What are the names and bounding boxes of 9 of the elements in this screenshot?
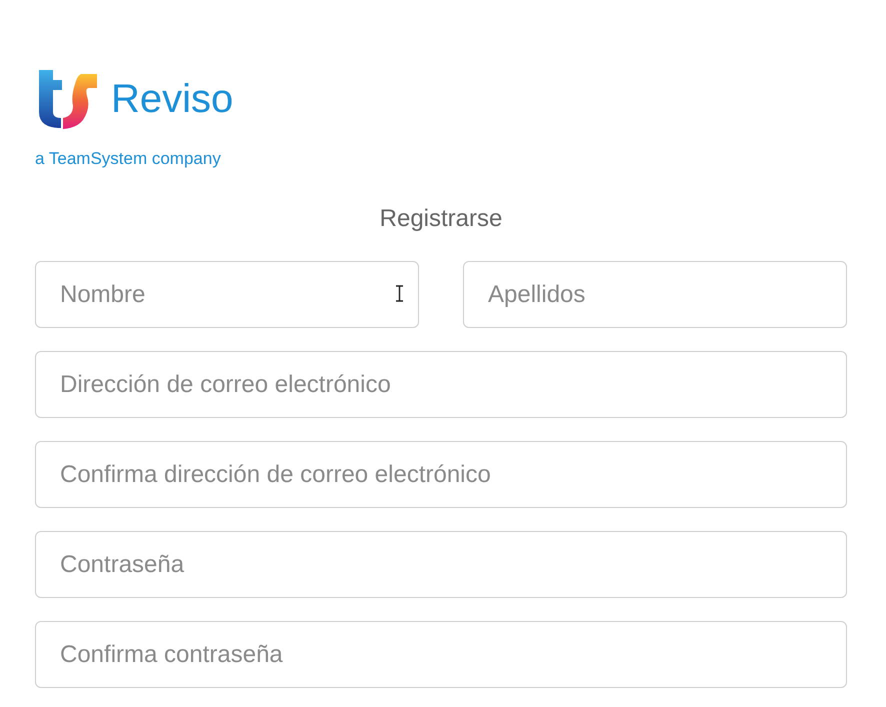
input-field[interactable]: Confirma dirección de correo electrónico: [35, 441, 847, 508]
input-field[interactable]: Apellidos: [463, 261, 847, 328]
form-title: Registrarse: [378, 207, 504, 231]
input-field[interactable]: Nombre: [35, 261, 419, 328]
logo-name: Reviso: [111, 79, 234, 119]
input-field[interactable]: Confirma contraseña: [35, 621, 847, 688]
input-field[interactable]: Contraseña: [35, 531, 847, 598]
tagline: a TeamSystem company: [35, 150, 222, 167]
input-field[interactable]: Dirección de correo electrónico: [35, 351, 847, 418]
